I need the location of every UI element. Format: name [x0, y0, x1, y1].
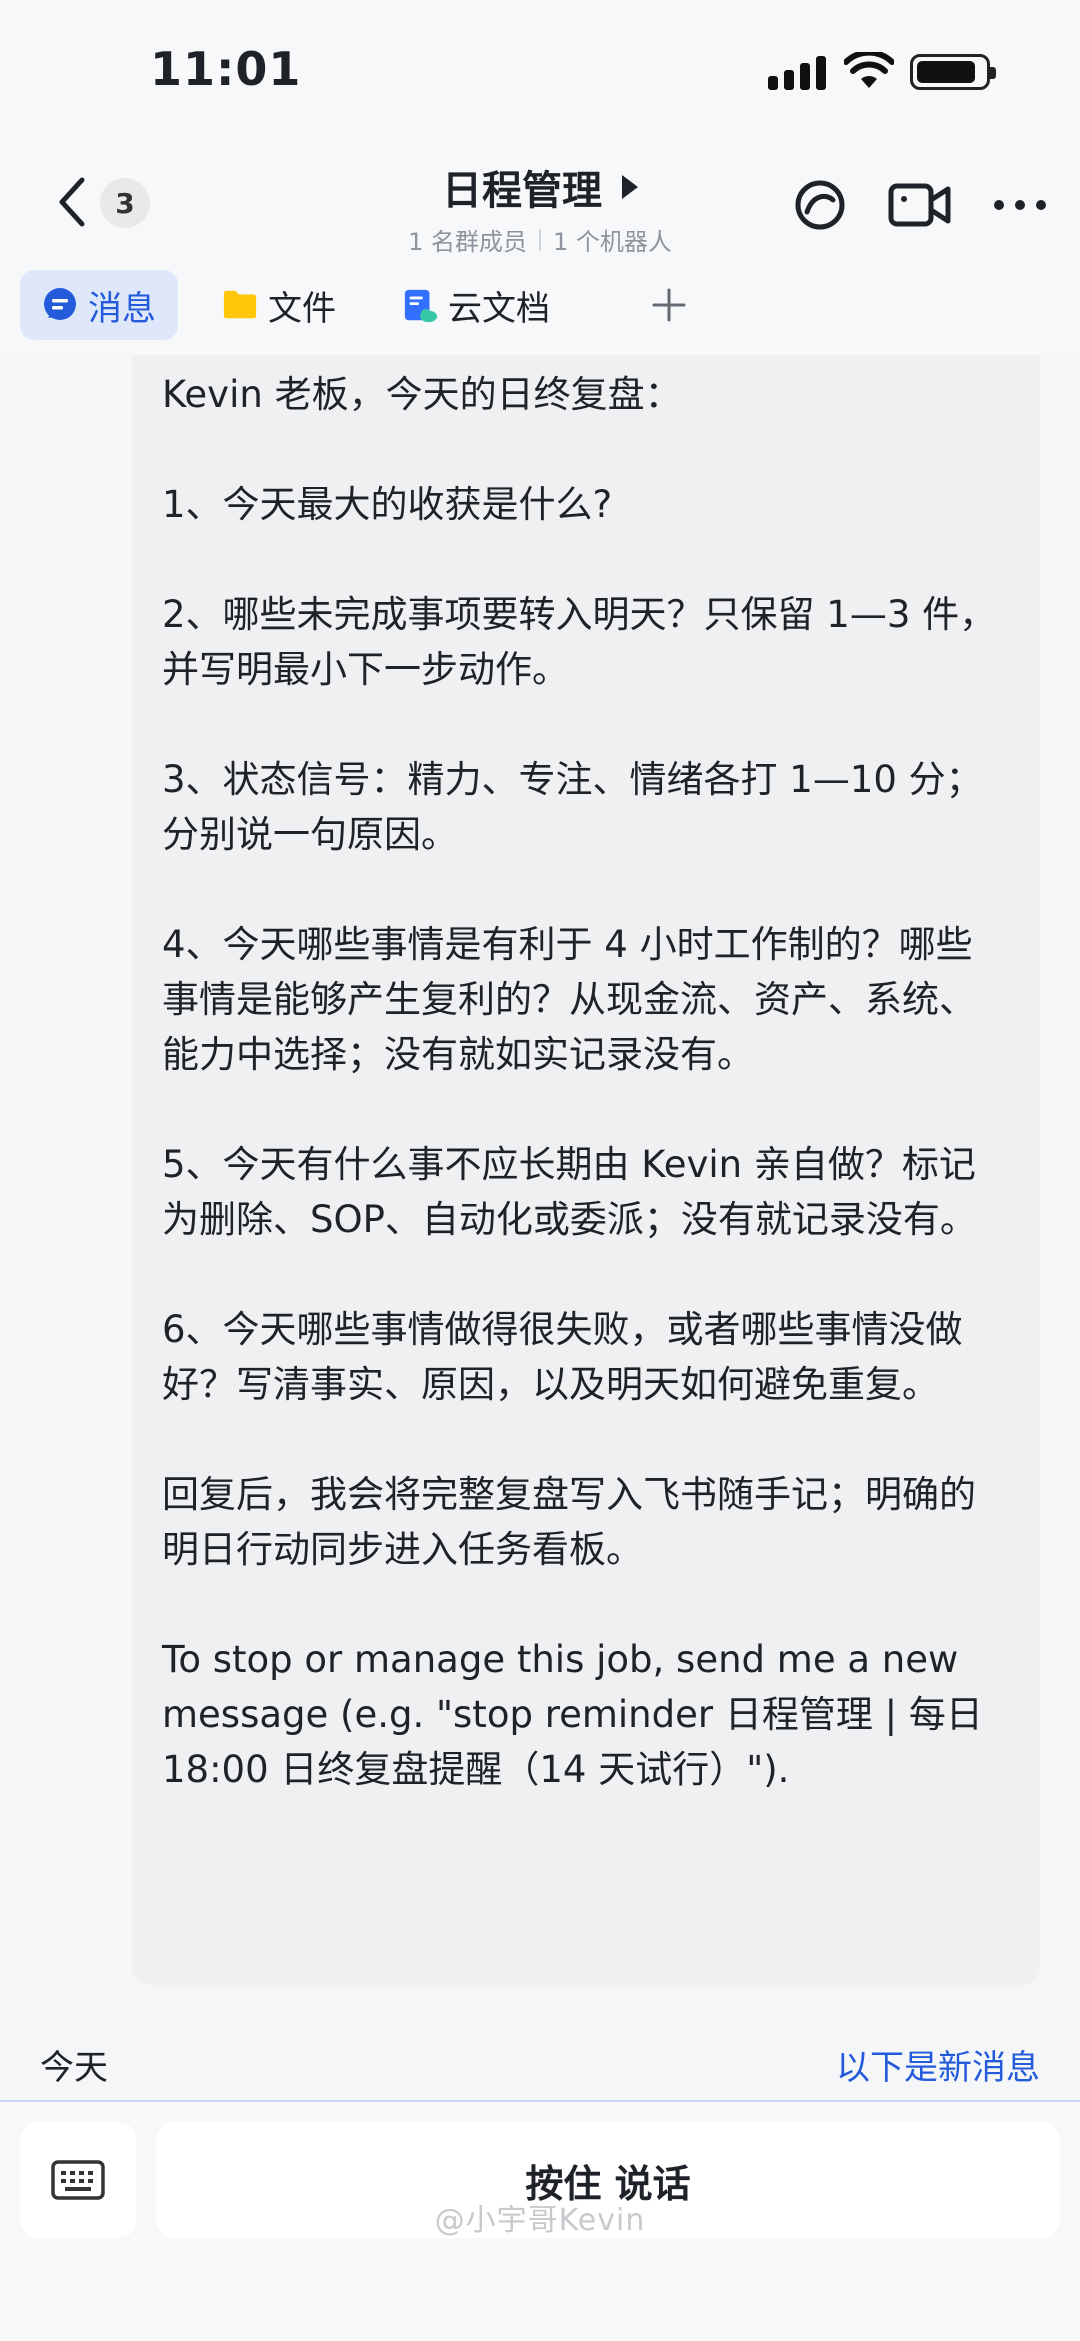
status-time: 11:01: [150, 42, 302, 96]
cloud-doc-icon: [402, 287, 438, 323]
bot-count: 1 个机器人: [553, 228, 672, 256]
tab-cloud-docs-label: 云文档: [448, 288, 550, 329]
date-label: 今天: [40, 2048, 108, 2088]
chat-subtitle: 1 名群成员 1 个机器人: [360, 222, 720, 257]
video-call-button[interactable]: [885, 172, 955, 238]
message-icon: [42, 287, 78, 323]
tab-files-label: 文件: [268, 288, 336, 329]
tab-messages[interactable]: 消息: [20, 270, 178, 340]
chat-title-text: 日程管理: [442, 168, 602, 214]
tab-messages-label: 消息: [88, 288, 156, 329]
tab-files[interactable]: 文件: [200, 270, 358, 340]
subtitle-divider: [539, 228, 541, 251]
more-button[interactable]: [985, 172, 1055, 238]
topic-button[interactable]: [785, 172, 855, 238]
chat-screen: 11:01 3 日程管理 1 名群成员 1 个机器人 消息 文件 云文档 Kev…: [0, 0, 1080, 2341]
battery-icon: [910, 54, 996, 90]
chat-header[interactable]: 日程管理 1 名群成员 1 个机器人: [360, 158, 720, 257]
message-bubble[interactable]: Kevin 老板，今天的日终复盘： 1、今天最大的收获是什么? 2、哪些未完成事…: [132, 355, 1040, 1985]
unread-badge: 3: [100, 178, 150, 228]
chat-tabs: 消息 文件 云文档: [20, 270, 704, 340]
status-icons: [760, 52, 996, 92]
wifi-icon: [844, 52, 894, 88]
top-bar: 11:01 3 日程管理 1 名群成员 1 个机器人 消息 文件 云文档: [0, 0, 1080, 355]
add-tab-button[interactable]: [634, 270, 704, 340]
video-camera-icon: [888, 183, 951, 227]
chat-title[interactable]: 日程管理: [442, 158, 638, 216]
plus-icon: [652, 288, 686, 322]
folder-icon: [222, 287, 258, 323]
member-count: 1 名群成员: [408, 228, 527, 256]
caret-right-icon: [622, 175, 638, 199]
tab-cloud-docs[interactable]: 云文档: [380, 270, 572, 340]
chevron-left-icon: [59, 177, 85, 227]
watermark: @小宇哥Kevin: [434, 2203, 646, 2238]
more-dots-icon: [994, 200, 1046, 210]
cellular-signal-icon: [768, 56, 830, 90]
topic-icon: [795, 180, 845, 230]
message-text: Kevin 老板，今天的日终复盘： 1、今天最大的收获是什么? 2、哪些未完成事…: [162, 373, 997, 1791]
new-messages-indicator[interactable]: 以下是新消息: [836, 2040, 1040, 2089]
back-button[interactable]: [46, 170, 96, 234]
